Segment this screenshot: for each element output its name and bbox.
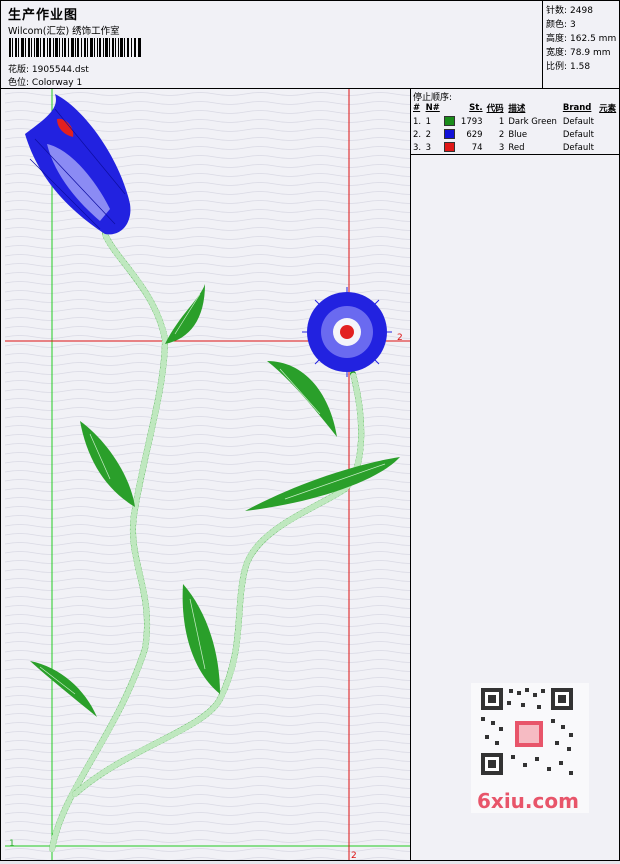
row-code: 2 xyxy=(498,129,505,140)
row-index: 1. xyxy=(413,116,422,127)
production-sheet: 生产作业图 Wilcom(汇宏) 绣饰工作室 花版: 1905544.dst 色… xyxy=(0,0,620,861)
row-description: Red xyxy=(508,142,525,153)
color-swatch xyxy=(444,142,456,153)
column-header: Brand xyxy=(562,103,592,113)
panel-divider xyxy=(411,154,619,155)
row-stitches: 1793 xyxy=(460,116,483,127)
row-needle: 1 xyxy=(425,116,431,127)
design-canvas: 1 2 2 xyxy=(5,89,411,861)
row-stitches: 629 xyxy=(466,129,483,140)
colorway-line: 色位: Colorway 1 xyxy=(8,75,82,88)
row-index: 2. xyxy=(413,129,422,140)
table-row: 3. 3 74 3 Red Default xyxy=(411,141,619,154)
marker-bottom-right: 2 xyxy=(351,851,357,860)
round-flower xyxy=(302,287,392,377)
embroidery-design: 1 2 2 xyxy=(5,89,410,861)
stat-label: 比例: xyxy=(546,62,568,72)
row-stitches: 74 xyxy=(471,142,483,153)
row-description: Blue xyxy=(508,129,528,140)
stats-box: 针数: 2498 颜色: 3 高度: 162.5 mm 宽度: 78.9 mm 比例: 1… xyxy=(542,1,620,88)
colorway-name: Colorway 1 xyxy=(31,78,83,88)
qr-code-icon xyxy=(481,688,573,775)
color-swatch xyxy=(444,116,456,127)
barcode-image xyxy=(9,38,141,57)
column-header: 描述 xyxy=(508,104,526,114)
column-header: St. xyxy=(469,103,483,113)
row-index: 3. xyxy=(413,142,422,153)
table-header-row: # N# St. 代码 描述 Brand 元素 xyxy=(411,101,619,115)
stat-width: 宽度: 78.9 mm xyxy=(543,46,620,60)
row-needle: 2 xyxy=(425,129,431,140)
stat-scale: 比例: 1.58 xyxy=(543,60,620,74)
stat-value: 1.58 xyxy=(570,62,591,72)
stat-label: 宽度: xyxy=(546,48,568,58)
design-file-label: 花版: xyxy=(8,65,30,75)
row-brand: Default xyxy=(562,142,594,153)
color-sequence-table: # N# St. 代码 描述 Brand 元素 1. 1 1793 1 Dark… xyxy=(411,101,619,154)
sheet-title: 生产作业图 xyxy=(8,8,79,23)
row-description: Dark Green xyxy=(508,116,557,127)
stat-stitches: 针数: 2498 xyxy=(543,4,620,18)
column-header: # xyxy=(413,103,421,113)
stat-label: 高度: xyxy=(546,34,568,44)
marker-right-mid: 2 xyxy=(397,333,403,343)
watermark-text: 6xiu.com xyxy=(477,789,579,813)
column-header: N# xyxy=(425,103,440,113)
colorway-label: 色位: xyxy=(8,78,30,88)
stat-label: 颜色: xyxy=(546,20,568,30)
stat-label: 针数: xyxy=(546,6,568,16)
color-swatch xyxy=(444,129,456,140)
marker-left-bottom: 1 xyxy=(9,839,15,849)
row-code: 3 xyxy=(498,142,505,153)
table-row: 1. 1 1793 1 Dark Green Default xyxy=(411,115,619,128)
stat-colors: 颜色: 3 xyxy=(543,18,620,32)
stat-value: 162.5 mm xyxy=(570,34,617,44)
company-name: Wilcom(汇宏) 绣饰工作室 xyxy=(8,26,120,37)
row-code: 1 xyxy=(498,116,505,127)
stat-value: 2498 xyxy=(570,6,593,16)
column-header: 元素 xyxy=(599,104,617,114)
column-header: 代码 xyxy=(486,104,504,114)
stat-height: 高度: 162.5 mm xyxy=(543,32,620,46)
column-header xyxy=(442,101,458,115)
row-brand: Default xyxy=(562,116,594,127)
design-file-name: 1905544.dst xyxy=(31,65,89,75)
stat-value: 78.9 mm xyxy=(570,48,611,58)
stat-value: 3 xyxy=(570,20,576,30)
design-file-line: 花版: 1905544.dst xyxy=(8,62,89,75)
row-brand: Default xyxy=(562,129,594,140)
table-row: 2. 2 629 2 Blue Default xyxy=(411,128,619,141)
sheet-header: 生产作业图 Wilcom(汇宏) 绣饰工作室 花版: 1905544.dst 色… xyxy=(1,1,619,89)
row-needle: 3 xyxy=(425,142,431,153)
